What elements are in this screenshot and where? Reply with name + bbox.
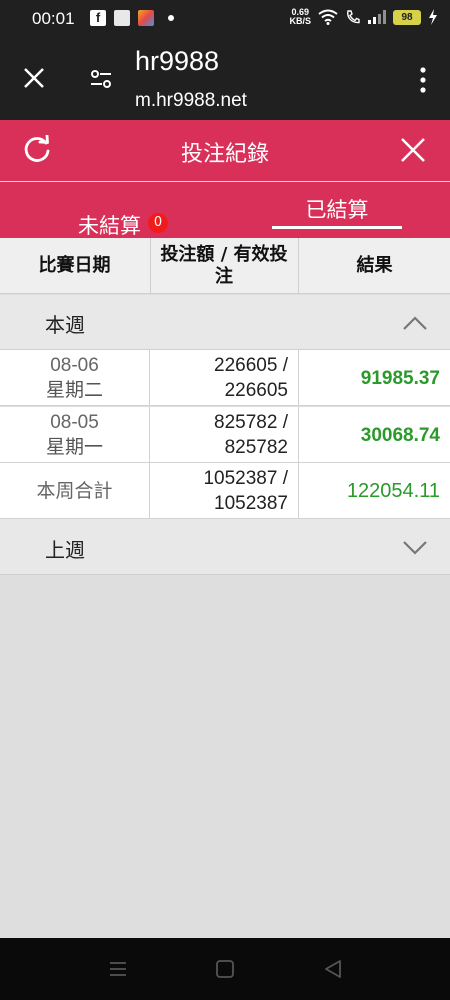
table-row[interactable]: 08-05 星期一 825782 / 825782 30068.74 [0,407,450,463]
weekday-text: 星期二 [45,380,103,401]
row-bet: 825782 / 825782 [149,407,298,463]
signal-icon [368,10,386,24]
records-header: 投注紀錄 [0,120,450,181]
records-title: 投注紀錄 [180,142,269,167]
column-header-date: 比賽日期 [38,255,111,276]
close-icon[interactable] [22,66,46,90]
close-icon[interactable] [399,136,427,164]
active-tab-indicator [272,226,402,229]
total-bet: 1052387 / 1052387 [149,463,298,519]
status-bar: 00:01 f 0.69 KB/S 98 [0,0,450,38]
column-header-result: 結果 [298,238,450,294]
weekday-text: 星期一 [45,437,103,458]
facebook-icon: f [90,10,106,26]
charging-icon [429,9,437,25]
total-result: 122054.11 [298,463,450,519]
unsettled-count-badge: 0 [148,213,168,233]
app2-icon [138,10,154,26]
settlement-tabs: 未結算 0 已結算 [0,182,450,238]
row-bet: 226605 / 226605 [149,350,298,406]
battery-icon: 98 [393,9,421,25]
dot-icon [168,15,174,21]
column-header-bet: 投注額 / 有效投注 [150,238,297,294]
group-title: 上週 [45,538,85,562]
tab-settled[interactable]: 已結算 [272,194,402,228]
bet-text: 226605 / 226605 [214,355,288,401]
total-label: 本周合計 [36,480,113,502]
bet-text: 825782 / 825782 [214,412,288,458]
group-last-week[interactable]: 上週 [0,519,450,575]
row-result: 91985.37 [298,350,450,406]
menu-icon[interactable] [107,958,129,980]
row-result: 30068.74 [298,407,450,463]
group-title: 本週 [45,313,85,337]
tab-unsettled-label: 未結算 [78,214,141,238]
row-date: 08-05 星期一 [0,407,149,463]
chevron-up-icon[interactable] [402,315,428,331]
site-settings-icon[interactable] [88,66,114,92]
system-icons: 0.69 KB/S 98 [289,8,438,26]
wifi-icon [318,9,338,25]
system-nav-bar [0,938,450,1000]
speed-unit: KB/S [289,16,311,26]
network-speed: 0.69 KB/S [289,8,311,26]
status-time: 00:01 [32,9,75,28]
notification-icons: f [90,10,174,26]
total-bet-text: 1052387 / 1052387 [203,468,288,514]
page-url[interactable]: m.hr9988.net [135,90,247,112]
chevron-down-icon[interactable] [402,539,428,555]
table-header: 比賽日期 投注額 / 有效投注 結果 [0,238,450,294]
more-vert-icon[interactable] [418,66,428,94]
app-icon [114,10,130,26]
date-text: 08-06 [50,355,99,376]
home-icon[interactable] [214,958,236,980]
table-row[interactable]: 08-06 星期二 226605 / 226605 91985.37 [0,350,450,406]
browser-toolbar: hr9988 m.hr9988.net [0,38,450,120]
date-text: 08-05 [50,412,99,433]
table-row-total: 本周合計 1052387 / 1052387 122054.11 [0,463,450,519]
column-header-bet-label: 投注額 / 有效投注 [160,244,288,287]
row-date: 08-06 星期二 [0,350,149,406]
page-title: hr9988 [135,46,220,76]
call-icon [347,10,360,24]
back-icon[interactable] [322,958,344,980]
group-this-week[interactable]: 本週 [0,295,450,350]
